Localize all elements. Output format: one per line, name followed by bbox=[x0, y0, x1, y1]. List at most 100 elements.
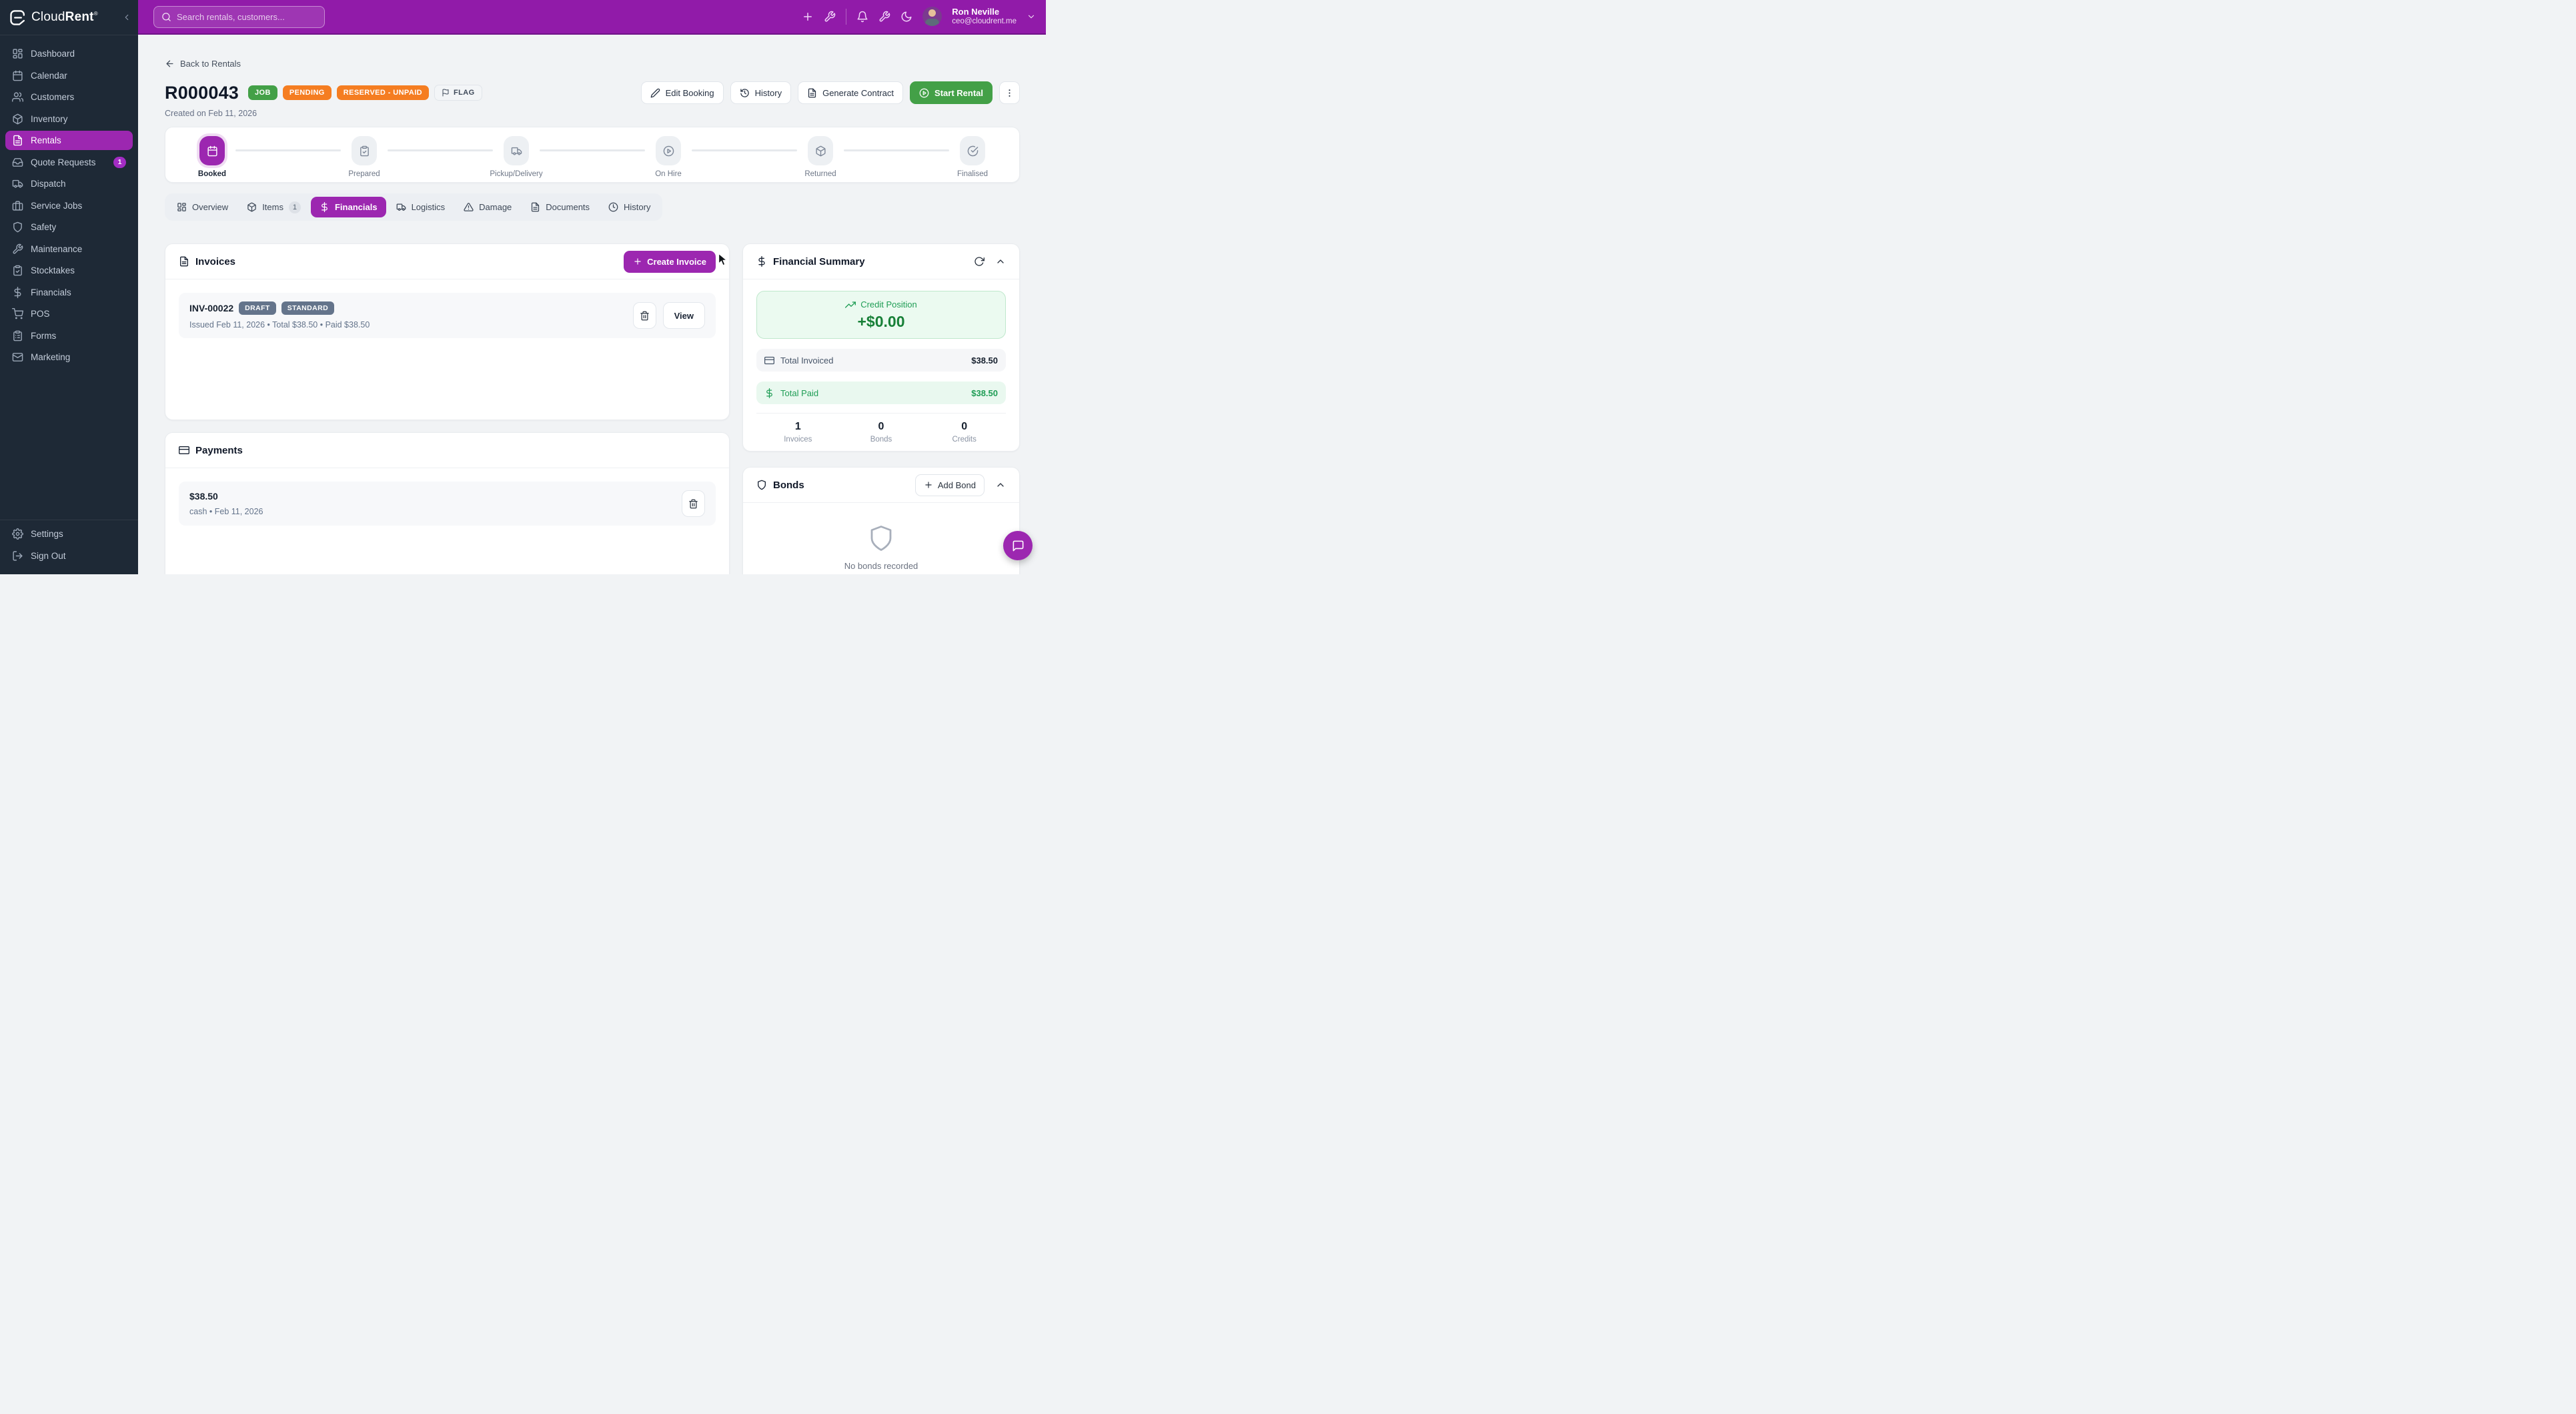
tab-damage[interactable]: Damage bbox=[455, 197, 520, 217]
file-text-icon bbox=[530, 202, 540, 212]
package-icon bbox=[815, 145, 826, 157]
app-root: CloudRent® Dashboard Calendar Customers … bbox=[0, 0, 1046, 574]
sidebar-item-safety[interactable]: Safety bbox=[5, 217, 133, 237]
step-connector bbox=[540, 149, 645, 151]
sidebar-item-marketing[interactable]: Marketing bbox=[5, 347, 133, 367]
booked-step-chip bbox=[199, 136, 225, 165]
sidebar-item-pos[interactable]: POS bbox=[5, 304, 133, 323]
tools-button[interactable] bbox=[824, 11, 836, 23]
topbar: Ron Neville ceo@cloudrent.me bbox=[138, 0, 1046, 35]
inbox-icon bbox=[12, 157, 23, 168]
sidebar-item-dispatch[interactable]: Dispatch bbox=[5, 174, 133, 193]
sidebar-item-forms[interactable]: Forms bbox=[5, 326, 133, 345]
settings-tools-button[interactable] bbox=[878, 11, 890, 23]
sidebar-item-sign-out[interactable]: Sign Out bbox=[5, 546, 133, 566]
briefcase-icon bbox=[12, 200, 23, 211]
stat-credits: 0 Credits bbox=[922, 421, 1006, 444]
chat-icon bbox=[1012, 540, 1025, 552]
sidebar-item-service-jobs[interactable]: Service Jobs bbox=[5, 196, 133, 215]
tab-logistics[interactable]: Logistics bbox=[388, 197, 454, 217]
flag-button[interactable]: FLAG bbox=[434, 85, 482, 101]
create-invoice-button[interactable]: Create Invoice bbox=[624, 251, 716, 273]
package-icon bbox=[247, 202, 257, 212]
sidebar-item-rentals[interactable]: Rentals bbox=[5, 131, 133, 150]
total-invoiced-row: Total Invoiced $38.50 bbox=[756, 349, 1006, 372]
invoice-status-badge: DRAFT bbox=[239, 301, 276, 315]
sidebar-item-maintenance[interactable]: Maintenance bbox=[5, 239, 133, 259]
created-date: Created on Feb 11, 2026 bbox=[165, 109, 1020, 118]
credit-position-box: Credit Position +$0.00 bbox=[756, 291, 1006, 339]
sidebar-item-settings[interactable]: Settings bbox=[5, 524, 133, 544]
dollar-icon bbox=[764, 388, 774, 398]
more-actions-button[interactable] bbox=[999, 81, 1020, 104]
sidebar-item-inventory[interactable]: Inventory bbox=[5, 109, 133, 129]
notifications-button[interactable] bbox=[856, 11, 868, 23]
invoices-title: Invoices bbox=[195, 256, 235, 267]
chat-fab-button[interactable] bbox=[1003, 531, 1033, 560]
quick-add-button[interactable] bbox=[802, 11, 814, 23]
add-bond-button[interactable]: Add Bond bbox=[915, 474, 985, 496]
step-connector bbox=[692, 149, 797, 151]
sidebar-item-label: Marketing bbox=[31, 352, 70, 362]
tab-financials[interactable]: Financials bbox=[311, 197, 386, 217]
step-label: Pickup/Delivery bbox=[490, 170, 542, 178]
sidebar-item-label: Calendar bbox=[31, 71, 67, 81]
back-link[interactable]: Back to Rentals bbox=[165, 59, 241, 69]
plus-icon bbox=[802, 11, 814, 23]
dark-mode-toggle[interactable] bbox=[900, 11, 912, 23]
global-search[interactable] bbox=[153, 6, 325, 28]
invoice-number: INV-00022 bbox=[189, 303, 233, 313]
logo-row: CloudRent® bbox=[0, 0, 138, 35]
chevron-up-icon bbox=[995, 480, 1006, 490]
pencil-icon bbox=[650, 88, 660, 98]
sidebar-collapse-icon[interactable] bbox=[122, 13, 131, 22]
sidebar-item-financials[interactable]: Financials bbox=[5, 283, 133, 302]
payment-amount: $38.50 bbox=[189, 491, 682, 502]
tab-items[interactable]: Items1 bbox=[238, 197, 309, 217]
sidebar-item-quote-requests[interactable]: Quote Requests1 bbox=[5, 153, 133, 172]
clock-icon bbox=[608, 202, 618, 212]
stat-invoices: 1 Invoices bbox=[756, 421, 840, 444]
step-connector bbox=[388, 149, 493, 151]
sidebar-item-customers[interactable]: Customers bbox=[5, 87, 133, 107]
trash-icon bbox=[688, 499, 698, 509]
tab-documents[interactable]: Documents bbox=[522, 197, 598, 217]
plus-icon bbox=[633, 257, 642, 266]
sidebar-item-calendar[interactable]: Calendar bbox=[5, 66, 133, 85]
avatar[interactable] bbox=[922, 7, 942, 26]
step-finalised: Finalised bbox=[958, 136, 987, 180]
left-column: Invoices Create Invoice INV-00022 DRAFT … bbox=[165, 243, 730, 574]
invoice-info: INV-00022 DRAFT STANDARD Issued Feb 11, … bbox=[189, 301, 633, 329]
step-label: Booked bbox=[198, 170, 226, 178]
delete-payment-button[interactable] bbox=[682, 490, 705, 517]
history-button[interactable]: History bbox=[730, 81, 791, 104]
tab-overview[interactable]: Overview bbox=[168, 197, 237, 217]
sidebar-item-stocktakes[interactable]: Stocktakes bbox=[5, 261, 133, 280]
bell-icon bbox=[856, 11, 868, 23]
user-menu[interactable]: Ron Neville ceo@cloudrent.me bbox=[952, 7, 1017, 26]
pickup-step-chip bbox=[504, 136, 529, 165]
refresh-button[interactable] bbox=[974, 256, 985, 267]
step-label: Prepared bbox=[348, 170, 380, 178]
sidebar-item-dashboard[interactable]: Dashboard bbox=[5, 44, 133, 63]
quote-requests-count-badge: 1 bbox=[113, 157, 126, 168]
generate-contract-button[interactable]: Generate Contract bbox=[798, 81, 903, 104]
view-invoice-button[interactable]: View bbox=[663, 302, 705, 329]
edit-booking-button[interactable]: Edit Booking bbox=[641, 81, 724, 104]
user-menu-caret[interactable] bbox=[1027, 12, 1036, 21]
delete-invoice-button[interactable] bbox=[633, 302, 656, 329]
payment-row: $38.50 cash • Feb 11, 2026 bbox=[179, 482, 716, 526]
returned-step-chip bbox=[808, 136, 833, 165]
search-input[interactable] bbox=[177, 12, 317, 22]
user-email: ceo@cloudrent.me bbox=[952, 17, 1017, 27]
collapse-financial-summary-button[interactable] bbox=[995, 256, 1006, 267]
payments-title: Payments bbox=[195, 445, 243, 456]
total-paid-value: $38.50 bbox=[971, 388, 998, 398]
collapse-bonds-button[interactable] bbox=[995, 480, 1006, 490]
refresh-icon bbox=[974, 256, 985, 267]
credit-card-icon bbox=[764, 356, 774, 366]
financial-summary-card: Financial Summary Credit Position bbox=[742, 243, 1020, 452]
tab-history[interactable]: History bbox=[600, 197, 659, 217]
start-rental-button[interactable]: Start Rental bbox=[910, 81, 993, 104]
history-icon bbox=[740, 88, 750, 98]
